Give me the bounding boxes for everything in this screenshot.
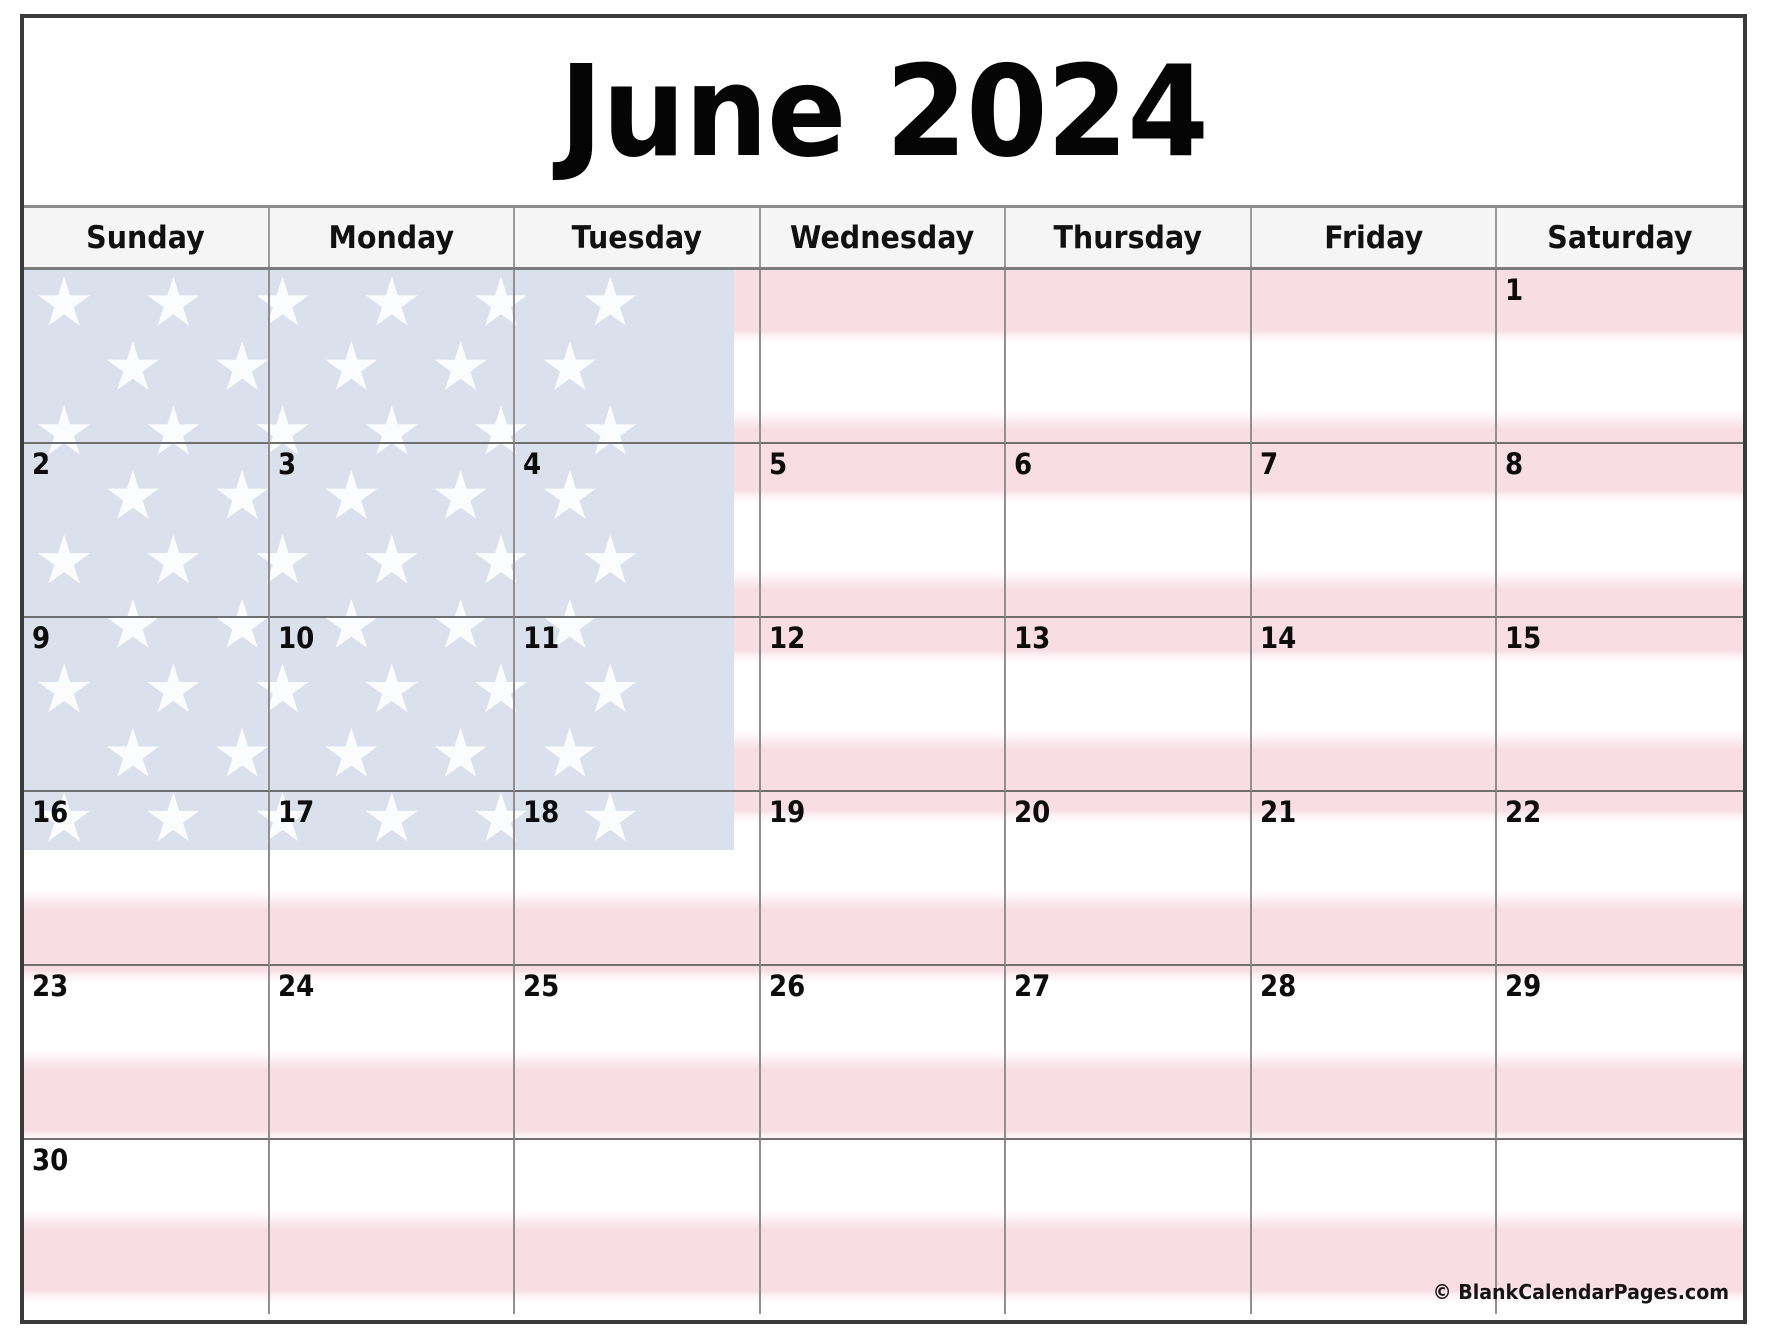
day-cell-5[interactable]: 5 [760, 444, 1007, 618]
weekday-header-wednesday: Wednesday [760, 208, 1007, 267]
date-number: 28 [1259, 969, 1297, 1003]
weekday-label: Friday [1324, 219, 1424, 256]
calendar-frame: June 2024 Sunday Monday Tuesday Wednesda… [20, 14, 1747, 1324]
date-number: 15 [1505, 621, 1542, 655]
page-title: June 2024 [559, 37, 1208, 185]
day-cell-20[interactable]: 20 [1006, 792, 1252, 966]
weekday-header-friday: Friday [1251, 208, 1498, 267]
date-number: 27 [1014, 969, 1051, 1003]
date-number: 13 [1014, 621, 1051, 655]
site-credit: © BlankCalendarPages.com [1432, 1280, 1729, 1304]
date-number: 6 [1014, 447, 1033, 481]
day-cell-empty[interactable] [760, 270, 1007, 444]
day-cell-empty[interactable] [761, 1140, 1007, 1314]
date-number: 17 [277, 795, 314, 829]
day-cell-empty[interactable] [515, 1140, 761, 1314]
weekday-label: Wednesday [790, 219, 975, 256]
day-cell-6[interactable]: 6 [1006, 444, 1252, 618]
calendar-title-bar: June 2024 [24, 18, 1743, 208]
date-number: 12 [768, 621, 806, 655]
weekday-label: Thursday [1053, 219, 1203, 256]
day-cell-16[interactable]: 16 [24, 792, 270, 966]
day-cell-26[interactable]: 26 [760, 966, 1007, 1140]
day-cell-empty[interactable] [1251, 270, 1498, 444]
day-cell-30[interactable]: 30 [24, 1140, 270, 1314]
day-cell-empty[interactable] [269, 270, 516, 444]
weekday-label: Tuesday [571, 219, 703, 256]
day-cell-25[interactable]: 25 [515, 966, 761, 1140]
date-number: 25 [523, 969, 560, 1003]
day-cell-28[interactable]: 28 [1251, 966, 1498, 1140]
date-grid: 1 2 3 4 5 6 7 8 9 10 11 12 13 14 15 16 17 18 19 20 21 22 23 24 2… [24, 270, 1743, 1314]
date-number: 7 [1259, 447, 1279, 481]
day-cell-empty[interactable] [270, 1140, 516, 1314]
date-number: 10 [277, 621, 314, 655]
day-cell-18[interactable]: 18 [515, 792, 761, 966]
day-cell-10[interactable]: 10 [269, 618, 516, 792]
day-cell-24[interactable]: 24 [269, 966, 516, 1140]
day-cell-empty[interactable] [515, 270, 761, 444]
date-number: 3 [277, 447, 296, 481]
date-number: 29 [1505, 969, 1542, 1003]
calendar-grid-wrapper: 1 2 3 4 5 6 7 8 9 10 11 12 13 14 15 16 17 18 19 20 21 22 23 24 2… [24, 270, 1743, 1314]
date-number: 23 [32, 969, 69, 1003]
day-cell-21[interactable]: 21 [1251, 792, 1498, 966]
date-number: 14 [1259, 621, 1297, 655]
day-cell-13[interactable]: 13 [1006, 618, 1252, 792]
date-number: 2 [32, 447, 51, 481]
day-cell-22[interactable]: 22 [1497, 792, 1743, 966]
day-cell-11[interactable]: 11 [515, 618, 761, 792]
day-cell-9[interactable]: 9 [24, 618, 270, 792]
day-cell-7[interactable]: 7 [1251, 444, 1498, 618]
day-cell-3[interactable]: 3 [269, 444, 516, 618]
date-number: 1 [1505, 273, 1524, 307]
day-cell-empty[interactable] [1006, 1140, 1252, 1314]
day-cell-14[interactable]: 14 [1251, 618, 1498, 792]
weekday-label: Sunday [86, 219, 206, 256]
day-cell-19[interactable]: 19 [760, 792, 1007, 966]
date-number: 20 [1014, 795, 1051, 829]
day-cell-12[interactable]: 12 [760, 618, 1007, 792]
date-number: 18 [523, 795, 560, 829]
day-cell-empty[interactable] [1006, 270, 1252, 444]
date-number: 8 [1505, 447, 1524, 481]
day-cell-2[interactable]: 2 [24, 444, 270, 618]
weekday-header-sunday: Sunday [24, 208, 270, 267]
day-cell-15[interactable]: 15 [1497, 618, 1743, 792]
date-number: 21 [1259, 795, 1297, 829]
weekday-header-saturday: Saturday [1497, 208, 1743, 267]
weekday-label: Monday [328, 219, 455, 256]
day-cell-29[interactable]: 29 [1497, 966, 1743, 1140]
weekday-label: Saturday [1547, 219, 1693, 256]
weekday-header-monday: Monday [269, 208, 516, 267]
day-cell-4[interactable]: 4 [515, 444, 761, 618]
day-cell-8[interactable]: 8 [1497, 444, 1743, 618]
weekday-header-row: Sunday Monday Tuesday Wednesday Thursday… [24, 208, 1743, 270]
date-number: 22 [1505, 795, 1542, 829]
weekday-header-tuesday: Tuesday [515, 208, 761, 267]
weekday-header-thursday: Thursday [1006, 208, 1252, 267]
day-cell-23[interactable]: 23 [24, 966, 270, 1140]
date-number: 11 [523, 621, 560, 655]
day-cell-empty[interactable] [24, 270, 270, 444]
date-number: 9 [32, 621, 51, 655]
day-cell-17[interactable]: 17 [269, 792, 516, 966]
date-number: 26 [768, 969, 806, 1003]
date-number: 4 [523, 447, 542, 481]
day-cell-27[interactable]: 27 [1006, 966, 1252, 1140]
date-number: 24 [277, 969, 314, 1003]
date-number: 16 [32, 795, 69, 829]
date-number: 30 [32, 1143, 69, 1177]
date-number: 19 [768, 795, 806, 829]
day-cell-1[interactable]: 1 [1497, 270, 1743, 444]
date-number: 5 [768, 447, 787, 481]
